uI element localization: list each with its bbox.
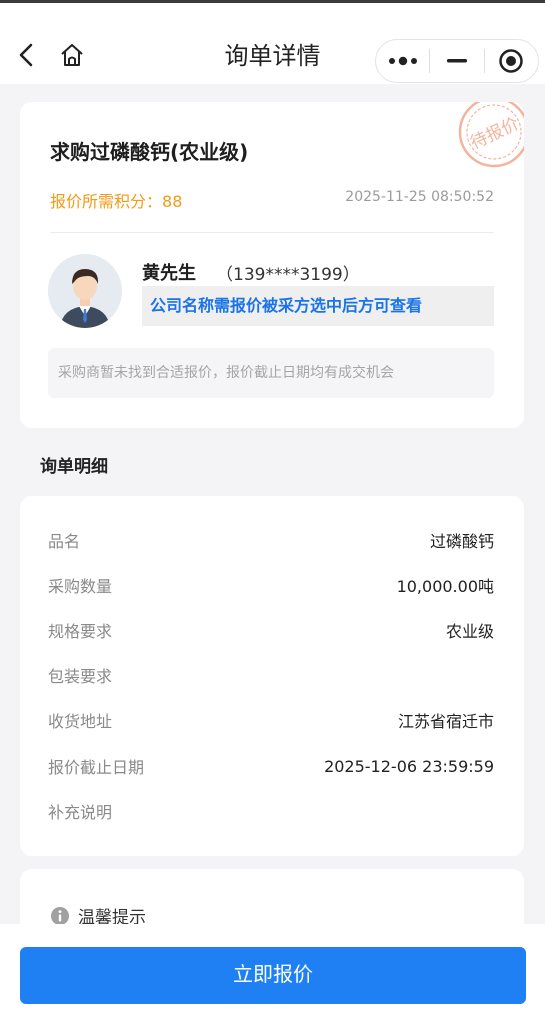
mini-program-capsule (375, 39, 539, 83)
minimize-button[interactable] (430, 40, 483, 82)
detail-row-remarks: 补充说明 (48, 797, 494, 825)
inquiry-datetime: 2025-11-25 08:50:52 (345, 189, 494, 205)
detail-label: 补充说明 (48, 803, 113, 822)
company-name-hidden-note: 公司名称需报价被采方选中后方可查看 (142, 286, 494, 326)
contact-name: 黄先生 (142, 263, 196, 284)
detail-label: 品名 (48, 532, 81, 551)
detail-row-packaging: 包装要求 (48, 661, 494, 689)
inquiry-details-card: 品名 过磷酸钙 采购数量 10,000.00吨 规格要求 农业级 包装要求 收货… (20, 496, 524, 856)
detail-label: 采购数量 (48, 577, 113, 596)
minus-icon (446, 59, 467, 63)
points-label: 报价所需积分： (50, 192, 163, 211)
detail-label: 包装要求 (48, 667, 113, 686)
info-icon (51, 906, 69, 925)
avatar (48, 254, 122, 328)
detail-value: 江苏省宿迁市 (397, 712, 494, 731)
divider (50, 232, 494, 233)
detail-label: 报价截止日期 (48, 758, 145, 777)
detail-value: 2025-12-06 23:59:59 (324, 756, 494, 776)
target-close-icon (499, 49, 524, 73)
detail-label: 规格要求 (48, 622, 113, 641)
stamp-text: 待报价 (468, 114, 523, 154)
more-button[interactable] (376, 40, 429, 82)
user-avatar-icon (48, 254, 122, 328)
product-title: 求购过磷酸钙(农业级) (50, 140, 249, 164)
bottom-action-bar: 立即报价 (0, 924, 545, 1024)
detail-row-address: 收货地址 江苏省宿迁市 (48, 706, 494, 734)
detail-label: 收货地址 (48, 712, 113, 731)
detail-value: 10,000.00吨 (396, 577, 494, 596)
pending-quote-stamp: 待报价 (458, 102, 524, 168)
points-value: 88 (162, 192, 183, 211)
detail-row-quantity: 采购数量 10,000.00吨 (48, 571, 494, 599)
detail-value: 农业级 (445, 622, 494, 641)
inquiry-detail-page: 询单详情 待报价 求购过磷酸钙(农业级) 报价所需积分：88 2025-11-2… (0, 0, 545, 1024)
detail-row-spec: 规格要求 农业级 (48, 616, 494, 644)
detail-value: 过磷酸钙 (429, 532, 494, 551)
contact-phone: （139****3199） (216, 265, 360, 285)
nav-bar: 询单详情 (0, 0, 545, 84)
close-miniprogram-button[interactable] (485, 40, 538, 82)
points-required: 报价所需积分：88 (50, 188, 182, 212)
quote-now-button[interactable]: 立即报价 (20, 947, 526, 1004)
more-dots-icon (388, 56, 417, 66)
detail-row-product: 品名 过磷酸钙 (48, 526, 494, 554)
purchase-hint: 采购商暂未找到合适报价，报价截止日期均有成交机会 (48, 348, 494, 398)
inquiry-summary-card: 待报价 求购过磷酸钙(农业级) 报价所需积分：88 2025-11-25 08:… (20, 102, 524, 428)
section-title-details: 询单明细 (40, 457, 108, 477)
detail-row-deadline: 报价截止日期 2025-12-06 23:59:59 (48, 752, 494, 780)
